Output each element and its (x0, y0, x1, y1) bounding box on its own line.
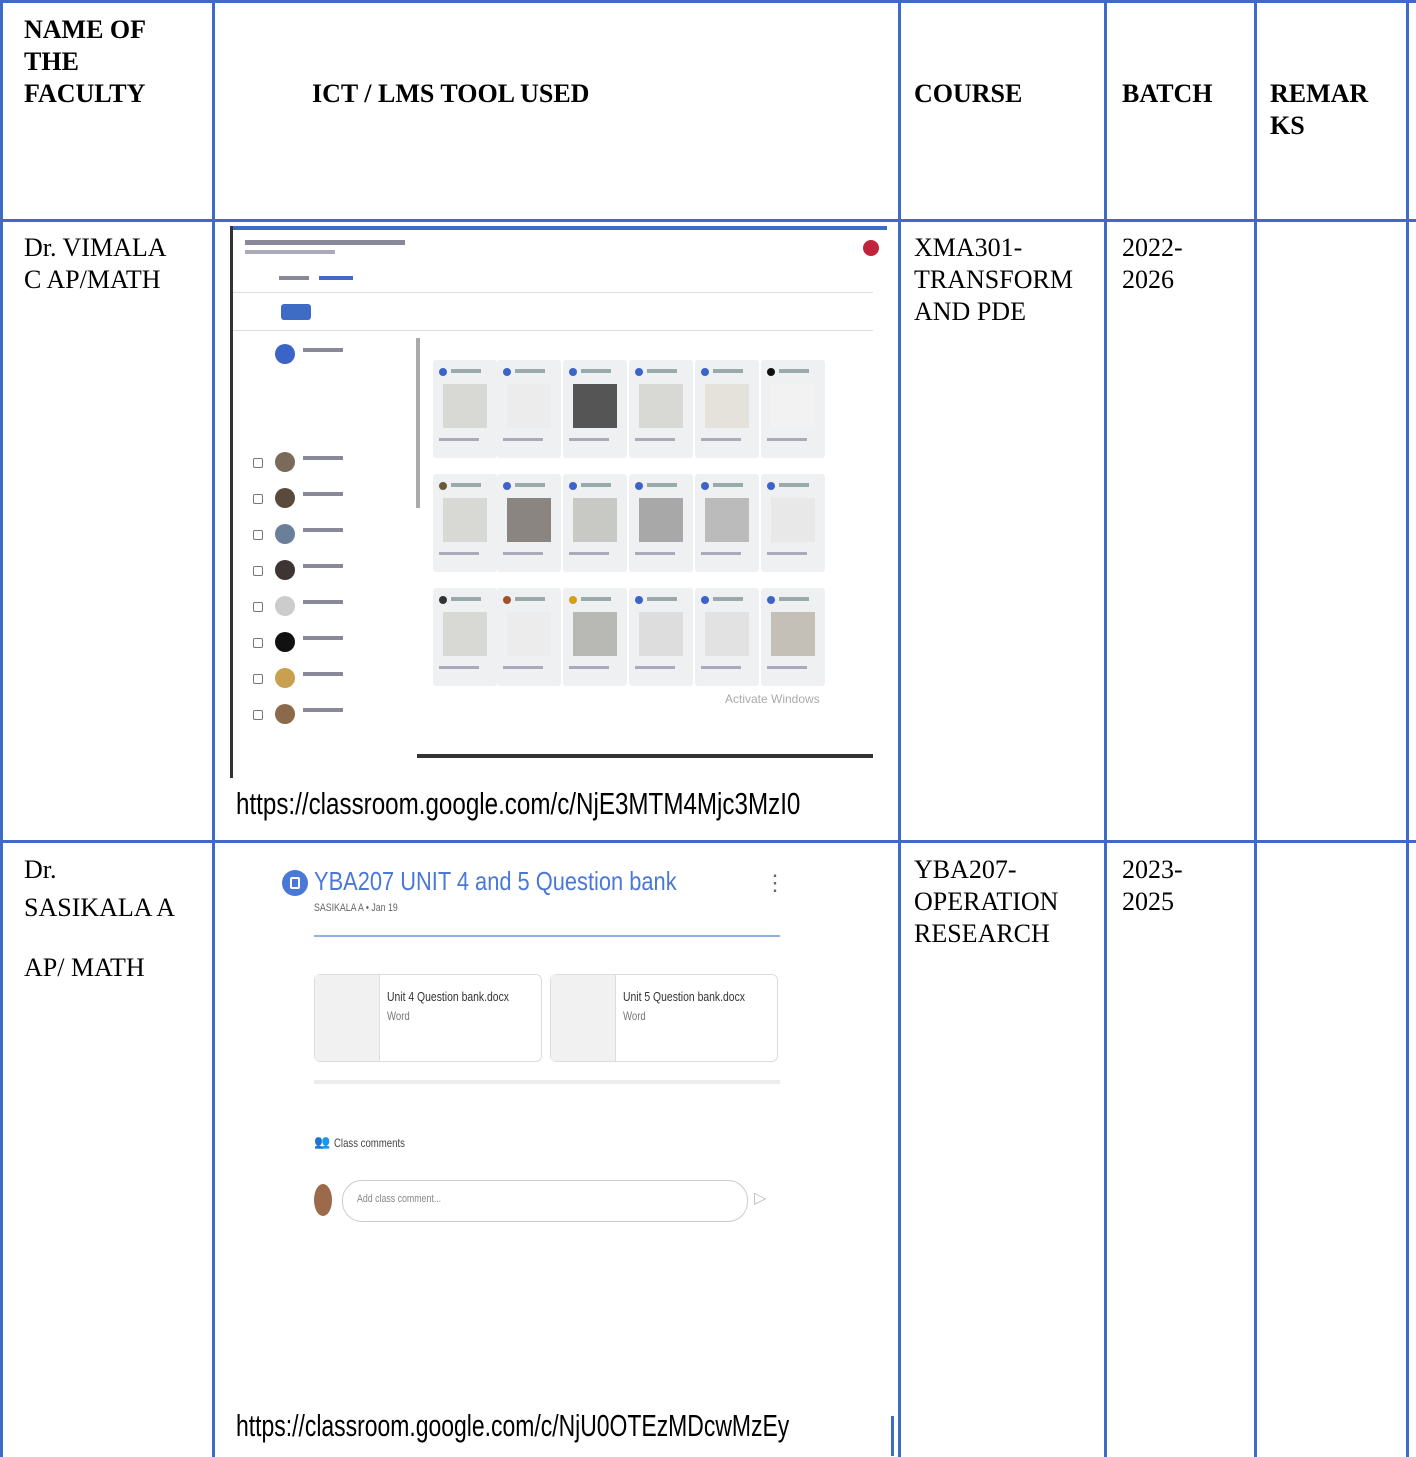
submission-thumbnail[interactable] (695, 360, 759, 458)
submission-thumbnail[interactable] (761, 360, 825, 458)
header-faculty-line: FACULTY (24, 79, 146, 108)
header-remarks: REMAR KS (1270, 78, 1368, 142)
divider (233, 292, 873, 293)
header-faculty: NAME OF THE FACULTY (24, 14, 146, 110)
divider (233, 330, 873, 331)
tab-student-work[interactable] (319, 276, 353, 280)
class-comments-label: Class comments (334, 1136, 405, 1150)
attachment-name: Unit 5 Question bank.docx (623, 989, 745, 1004)
course-name-line: AND PDE (914, 297, 1026, 326)
post-title: YBA207 UNIT 4 and 5 Question bank (314, 866, 677, 896)
submission-thumbnail[interactable] (563, 360, 627, 458)
class-subtitle-line (245, 250, 335, 254)
table-border-top (0, 0, 1416, 3)
list-item[interactable] (245, 554, 395, 590)
return-button[interactable] (281, 304, 311, 320)
submission-thumbnail[interactable] (563, 588, 627, 686)
list-item[interactable] (245, 446, 395, 482)
list-item[interactable] (245, 662, 395, 698)
faculty-name-line: C AP/MATH (24, 265, 161, 294)
submission-thumbnail[interactable] (629, 588, 693, 686)
document-thumbnail (315, 975, 380, 1061)
scrollbar[interactable] (416, 338, 420, 508)
batch-line: 2023- (1122, 855, 1183, 884)
submission-thumbnail[interactable] (629, 360, 693, 458)
classroom-link[interactable]: https://classroom.google.com/c/NjE3MTM4M… (236, 788, 800, 820)
header-remarks-line: REMAR (1270, 79, 1369, 108)
comment-input[interactable]: Add class comment... (342, 1180, 748, 1222)
classroom-link[interactable]: https://classroom.google.com/c/NjU0OTEzM… (236, 1410, 789, 1442)
avatar (314, 1184, 332, 1216)
header-faculty-line: NAME OF (24, 15, 147, 44)
avatar[interactable] (863, 240, 879, 256)
list-item[interactable] (245, 482, 395, 518)
submission-thumbnail[interactable] (497, 474, 561, 572)
attachment-card[interactable]: Unit 5 Question bank.docx Word (550, 974, 778, 1062)
faculty-name: Dr. SASIKALA A AP/ MATH (24, 854, 175, 984)
header-course: COURSE (914, 79, 1023, 108)
list-item[interactable] (245, 626, 395, 662)
horizontal-scrollbar[interactable] (417, 754, 873, 758)
header-faculty-line: THE (24, 47, 79, 76)
more-options-icon[interactable]: ⋮ (764, 870, 786, 896)
submission-thumbnail[interactable] (433, 474, 497, 572)
attachment-type: Word (387, 1009, 410, 1023)
faculty-name: Dr. VIMALA C AP/MATH (24, 232, 167, 296)
attachment-name: Unit 4 Question bank.docx (387, 989, 509, 1004)
class-title-line (245, 240, 405, 245)
classroom-screenshot-2: YBA207 UNIT 4 and 5 Question bank ⋮ SASI… (230, 856, 894, 1456)
submission-thumbnail[interactable] (563, 474, 627, 572)
course-name-line: OPERATION (914, 887, 1059, 916)
list-item[interactable] (245, 338, 395, 374)
batch-line: 2026 (1122, 265, 1174, 294)
attachment-card[interactable]: Unit 4 Question bank.docx Word (314, 974, 542, 1062)
submission-thumbnail[interactable] (433, 360, 497, 458)
faculty-name-line: Dr. (24, 855, 57, 884)
row-divider (0, 840, 1416, 843)
submission-thumbnail[interactable] (497, 360, 561, 458)
submission-thumbnail[interactable] (695, 474, 759, 572)
batch-line: 2022- (1122, 233, 1183, 262)
send-icon[interactable]: ▷ (754, 1188, 766, 1208)
top-bar (233, 226, 887, 230)
cell-edge (891, 1416, 894, 1456)
list-item[interactable] (245, 518, 395, 554)
row-divider (0, 219, 1416, 222)
submission-thumbnail[interactable] (761, 474, 825, 572)
header-tool: ICT / LMS TOOL USED (312, 79, 590, 108)
tab-instructions[interactable] (279, 276, 309, 280)
comment-placeholder: Add class comment... (357, 1193, 442, 1205)
course-name: YBA207- OPERATION RESEARCH (914, 854, 1058, 950)
submission-thumbnail[interactable] (433, 588, 497, 686)
header-remarks-line: KS (1270, 111, 1305, 140)
assignment-icon (282, 870, 308, 896)
list-item[interactable] (245, 698, 395, 734)
course-name-line: TRANSFORM (914, 265, 1073, 294)
divider (314, 1080, 780, 1084)
classroom-screenshot-1: Activate Windows (230, 226, 887, 778)
submission-thumbnail[interactable] (497, 588, 561, 686)
batch-years: 2022- 2026 (1122, 232, 1183, 296)
header-underline (314, 935, 780, 937)
submission-thumbnail[interactable] (695, 588, 759, 686)
document-thumbnail (551, 975, 616, 1061)
faculty-name-line: AP/ MATH (24, 953, 145, 982)
people-icon: 👥 (314, 1134, 331, 1149)
batch-years: 2023- 2025 (1122, 854, 1183, 918)
header-batch: BATCH (1122, 79, 1213, 108)
attachment-type: Word (623, 1009, 646, 1023)
course-name: XMA301- TRANSFORM AND PDE (914, 232, 1073, 328)
course-name-line: XMA301- (914, 233, 1023, 262)
course-name-line: RESEARCH (914, 919, 1050, 948)
batch-line: 2025 (1122, 887, 1174, 916)
windows-watermark: Activate Windows (725, 692, 820, 706)
list-item[interactable] (245, 590, 395, 626)
submission-thumbnail[interactable] (761, 588, 825, 686)
faculty-name-line: SASIKALA A (24, 893, 175, 922)
course-name-line: YBA207- (914, 855, 1017, 884)
post-meta: SASIKALA A • Jan 19 (314, 902, 398, 914)
submission-thumbnail[interactable] (629, 474, 693, 572)
faculty-name-line: Dr. VIMALA (24, 233, 167, 262)
